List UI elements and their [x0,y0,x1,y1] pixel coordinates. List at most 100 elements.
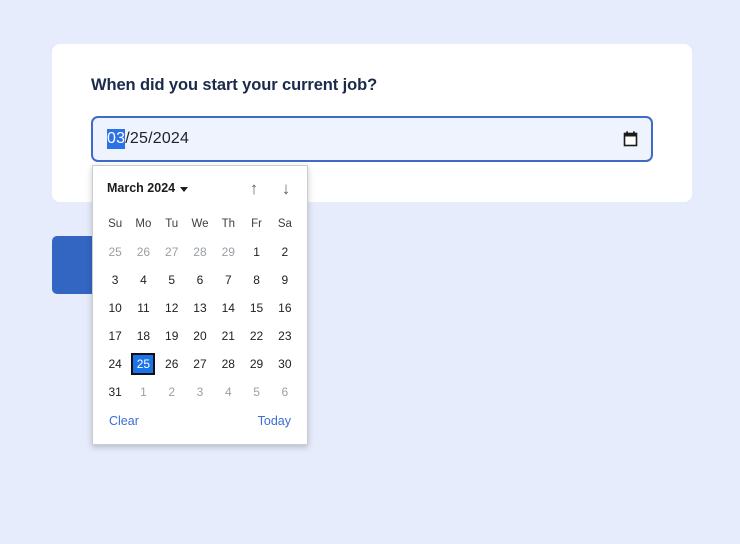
day-label: 15 [249,301,264,315]
day-cell[interactable]: 22 [242,322,270,350]
day-cell[interactable]: 24 [101,350,129,378]
day-cell[interactable]: 27 [158,238,186,266]
datepicker-header: March 2024 ↑ ↓ [93,166,307,210]
weekday-header-row: Su Mo Tu We Th Fr Sa [101,210,299,238]
day-label: 11 [137,301,150,315]
day-cell[interactable]: 25 [101,238,129,266]
week-row: 17 18 19 20 21 22 23 [101,322,299,350]
day-cell[interactable]: 10 [101,294,129,322]
day-cell[interactable]: 1 [129,378,157,406]
day-cell[interactable]: 16 [271,294,299,322]
day-label: 10 [108,301,122,315]
datepicker-grid: Su Mo Tu We Th Fr Sa 25 26 27 28 29 1 2 3 4 5 6 7 8 9 10 11 12… [93,210,307,406]
day-cell[interactable]: 2 [271,238,299,266]
day-label: 5 [168,273,176,287]
day-label: 20 [193,329,207,343]
calendar-icon[interactable] [621,130,639,148]
day-label: 19 [165,329,179,343]
day-label: 4 [140,273,147,287]
day-cell[interactable]: 2 [158,378,186,406]
day-label: 6 [196,273,204,287]
weekday-th: Th [221,218,235,230]
day-cell[interactable]: 30 [271,350,299,378]
day-cell[interactable]: 28 [214,350,242,378]
day-cell[interactable]: 14 [214,294,242,322]
week-row: 31 1 2 3 4 5 6 [101,378,299,406]
datepicker-nav: ↑ ↓ [245,178,295,198]
day-label: 24 [108,357,122,371]
date-month-segment[interactable]: 03 [107,129,126,149]
prev-month-button[interactable]: ↑ [245,178,263,198]
day-cell[interactable]: 28 [186,238,214,266]
day-cell[interactable]: 20 [186,322,214,350]
weekday-su: Su [108,218,123,230]
day-label: 23 [278,329,292,343]
datepicker-popup: March 2024 ↑ ↓ Su Mo Tu We Th Fr Sa 25 26 27 28 29… [92,165,308,445]
day-label: 25 [108,245,122,259]
weekday-we: We [191,218,209,230]
day-cell[interactable]: 21 [214,322,242,350]
week-row: 25 26 27 28 29 1 2 [101,238,299,266]
day-label: 26 [136,245,151,259]
day-cell[interactable]: 13 [186,294,214,322]
day-cell[interactable]: 15 [242,294,270,322]
day-cell[interactable]: 29 [242,350,270,378]
day-cell[interactable]: 6 [271,378,299,406]
month-year-label: March 2024 [107,181,176,195]
weekday-mo: Mo [135,218,152,230]
day-cell[interactable]: 4 [129,266,157,294]
day-label: 29 [249,357,264,371]
weekday-tu: Tu [165,218,179,230]
day-cell[interactable]: 31 [101,378,129,406]
day-label: 8 [253,273,260,287]
day-label: 1 [140,385,147,399]
datepicker-footer: Clear Today [93,406,307,428]
day-cell[interactable]: 3 [101,266,129,294]
day-cell[interactable]: 1 [242,238,270,266]
month-year-dropdown[interactable]: March 2024 [107,181,189,195]
day-label: 13 [193,301,207,315]
day-label: 3 [196,385,204,399]
day-label: 27 [165,245,179,259]
day-label: 2 [281,245,289,259]
date-input-value[interactable]: 03/25/2024 [107,129,189,149]
day-cell[interactable]: 11 [129,294,157,322]
day-cell[interactable]: 7 [214,266,242,294]
day-cell[interactable]: 26 [158,350,186,378]
day-label: 31 [108,385,122,399]
day-cell[interactable]: 5 [242,378,270,406]
day-label: 6 [281,385,289,399]
day-cell[interactable]: 18 [129,322,157,350]
day-label: 25 [131,353,156,375]
day-label: 28 [221,357,235,371]
date-input[interactable]: 03/25/2024 [91,116,653,162]
day-cell[interactable]: 29 [214,238,242,266]
day-cell[interactable]: 27 [186,350,214,378]
day-label: 18 [136,329,151,343]
day-cell[interactable]: 6 [186,266,214,294]
day-label: 16 [278,301,292,315]
day-cell[interactable]: 5 [158,266,186,294]
day-cell[interactable]: 23 [271,322,299,350]
date-day-segment[interactable]: 25 [130,130,148,147]
day-cell[interactable]: 4 [214,378,242,406]
day-cell[interactable]: 9 [271,266,299,294]
clear-button[interactable]: Clear [109,414,139,428]
day-label: 4 [224,385,232,399]
day-label: 17 [108,329,122,343]
day-cell[interactable]: 3 [186,378,214,406]
week-row: 24 25 26 27 28 29 30 [101,350,299,378]
date-year-segment[interactable]: 2024 [153,130,189,147]
today-button[interactable]: Today [258,414,291,428]
day-cell[interactable]: 19 [158,322,186,350]
day-label: 5 [253,385,260,399]
next-month-button[interactable]: ↓ [277,178,295,198]
weekday-sa: Sa [277,218,292,230]
day-cell[interactable]: 12 [158,294,186,322]
day-cell[interactable]: 17 [101,322,129,350]
day-cell[interactable]: 26 [129,238,157,266]
day-label: 1 [253,245,260,259]
day-cell-selected[interactable]: 25 [129,350,157,378]
day-grid: 25 26 27 28 29 1 2 3 4 5 6 7 8 9 10 11 12 13 14 15 16 17 18 19 2… [101,238,299,406]
day-cell[interactable]: 8 [242,266,270,294]
